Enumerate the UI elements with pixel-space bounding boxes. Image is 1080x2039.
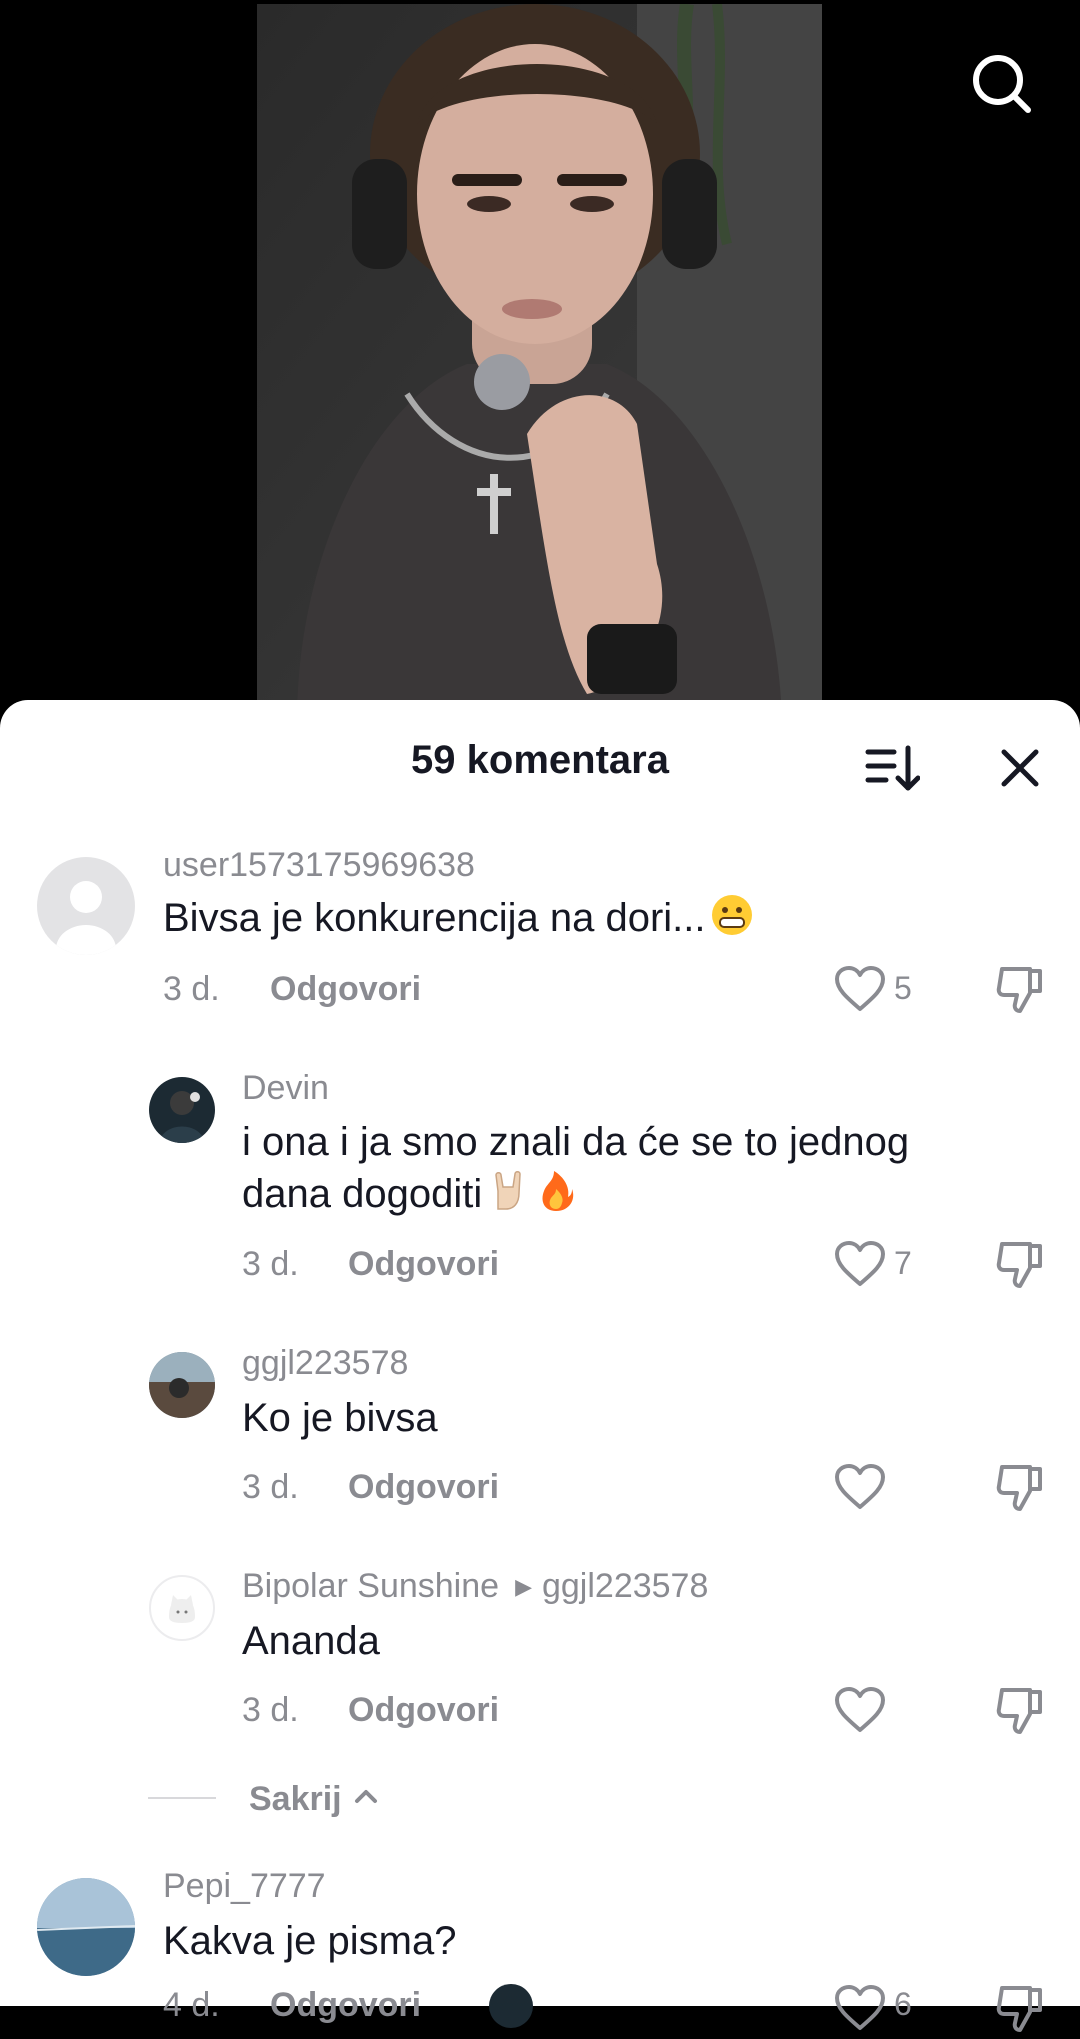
close-icon (1001, 749, 1039, 787)
close-button[interactable] (996, 744, 1044, 792)
thumbs-down-icon (996, 1688, 1042, 1734)
chevron-up-icon (355, 1790, 377, 1803)
reply-button[interactable]: Odgovori (348, 1691, 499, 1730)
comment-username[interactable]: user1573175969638 (163, 846, 475, 885)
like-count: 6 (894, 1986, 912, 2022)
reply-to-username[interactable]: ggjl223578 (542, 1567, 708, 1605)
video-player[interactable] (0, 0, 1080, 720)
like-button[interactable] (834, 1463, 886, 1511)
like-button[interactable] (834, 1686, 886, 1734)
divider-line (148, 1797, 216, 1799)
comment-time: 3 d. (242, 1468, 299, 1506)
video-frame[interactable] (257, 4, 822, 720)
avatar[interactable] (149, 1575, 215, 1641)
user-photo-icon (149, 1352, 215, 1418)
sort-icon (865, 745, 921, 791)
sea-photo-icon (37, 1878, 135, 1976)
reply-arrow-icon: ▶ (515, 1574, 532, 1599)
like-count: 5 (894, 970, 912, 1006)
comment-text: Ko je bivsa (242, 1396, 438, 1440)
search-icon (973, 55, 1031, 113)
comment-text-line: i ona i ja smo znali da će se to jednog (242, 1120, 910, 1164)
search-button[interactable] (970, 52, 1034, 116)
fire-emoji-icon (542, 1171, 574, 1211)
avatar[interactable] (37, 1878, 135, 1976)
grinning-emoji-icon (711, 895, 752, 935)
comment-text: Bivsa je konkurencija na dori... (163, 892, 923, 944)
sort-button[interactable] (864, 740, 921, 796)
comment-text-body: dana dogoditi (242, 1172, 483, 1216)
author-name[interactable]: Bipolar Sunshine (242, 1567, 499, 1605)
comment-username[interactable]: Bipolar Sunshine ▶ ggjl223578 (242, 1567, 708, 1606)
avatar[interactable] (149, 1352, 215, 1418)
reply-button[interactable]: Odgovori (348, 1245, 499, 1284)
thumbs-down-icon (996, 1242, 1042, 1288)
creator-liked-avatar (489, 1984, 533, 2028)
dislike-button[interactable] (994, 1461, 1046, 1513)
rock-hand-emoji-icon (495, 1171, 521, 1210)
comment-text-body: Bivsa je konkurencija na dori... (163, 896, 706, 940)
dislike-button[interactable] (994, 1238, 1046, 1290)
like-button[interactable] (834, 965, 886, 1013)
cat-avatar-icon (169, 1595, 195, 1623)
comment-time: 3 d. (242, 1691, 299, 1729)
thumbs-down-icon (996, 1465, 1042, 1511)
reply-button[interactable]: Odgovori (348, 1468, 499, 1507)
comments-header: 59 komentara (0, 700, 1080, 826)
user-photo-icon (159, 1091, 205, 1143)
comment-text: Kakva je pisma? (163, 1919, 457, 1963)
reply-button[interactable]: Odgovori (270, 970, 421, 1009)
dislike-button[interactable] (994, 963, 1046, 1015)
like-button[interactable] (834, 1240, 886, 1288)
comment-time: 3 d. (163, 970, 220, 1008)
like-count: 7 (894, 1245, 912, 1281)
heart-icon (835, 966, 885, 1011)
like-button[interactable] (834, 1984, 886, 2032)
heart-icon (835, 1985, 885, 2030)
thumbs-down-icon (996, 1986, 1042, 2032)
comment-text-line: dana dogoditi (242, 1168, 1002, 1220)
comment-username[interactable]: Devin (242, 1069, 329, 1108)
heart-icon (835, 1464, 885, 1509)
heart-icon (835, 1241, 885, 1286)
heart-icon (835, 1687, 885, 1732)
default-avatar-icon (56, 881, 116, 955)
comment-username[interactable]: ggjl223578 (242, 1344, 408, 1383)
dislike-button[interactable] (994, 1684, 1046, 1736)
comment-text: i ona i ja smo znali da će se to jednog … (242, 1116, 1002, 1220)
comment-text: Ananda (242, 1619, 380, 1663)
comment-username[interactable]: Pepi_7777 (163, 1867, 326, 1906)
hide-replies-label: Sakrij (249, 1780, 342, 1818)
dislike-button[interactable] (994, 1982, 1046, 2034)
thumbs-down-icon (996, 967, 1042, 1013)
avatar[interactable] (37, 857, 135, 955)
comment-time: 3 d. (242, 1245, 299, 1283)
avatar[interactable] (149, 1077, 215, 1143)
